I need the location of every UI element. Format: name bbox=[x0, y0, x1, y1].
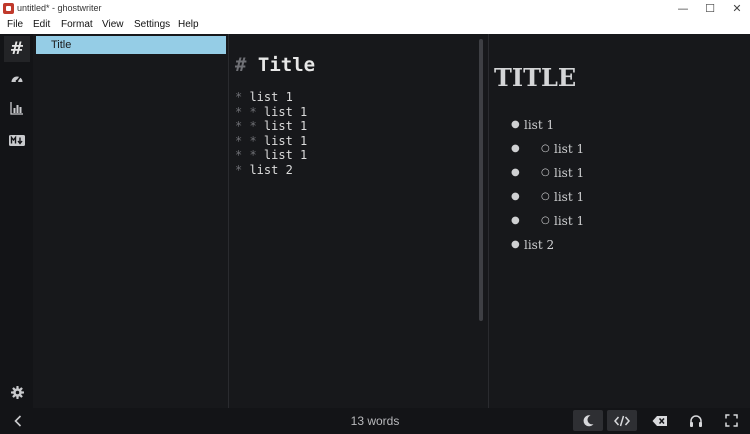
bar-chart-icon[interactable] bbox=[4, 95, 30, 121]
outline-hash-glyph: # bbox=[9, 39, 25, 59]
bullet-disc-icon: ● bbox=[511, 239, 520, 250]
preview-list-item: list 1 bbox=[554, 190, 585, 204]
outline-item-title[interactable]: Title bbox=[36, 36, 226, 54]
line-text: list 1 bbox=[263, 119, 308, 133]
preview-list-item: list 1 bbox=[524, 118, 555, 132]
status-bar: 13 words bbox=[0, 408, 750, 434]
close-button[interactable]: ✕ bbox=[722, 0, 750, 17]
preview-heading: TITLE bbox=[494, 63, 577, 92]
menu-file[interactable]: File bbox=[7, 19, 23, 30]
editor-line: * * list 1 bbox=[235, 105, 307, 120]
word-count: 13 words bbox=[350, 414, 400, 428]
editor-line: * * list 1 bbox=[235, 134, 307, 149]
fullscreen-button[interactable] bbox=[716, 410, 746, 431]
line-text: list 1 bbox=[249, 90, 293, 104]
editor-line: * * list 1 bbox=[235, 119, 307, 134]
list-marker: * bbox=[235, 162, 250, 177]
editor-line: * list 2 bbox=[235, 163, 307, 178]
menu-format[interactable]: Format bbox=[61, 19, 93, 30]
title-bar: untitled* - ghostwriter — ☐ ✕ bbox=[0, 0, 750, 17]
bullet-disc-icon: ● bbox=[511, 167, 520, 178]
bullet-disc-icon: ● bbox=[511, 215, 520, 226]
menu-edit[interactable]: Edit bbox=[33, 19, 50, 30]
bullet-circle-icon: ○ bbox=[541, 167, 550, 178]
line-text: list 1 bbox=[263, 104, 308, 119]
editor-heading: # Title bbox=[235, 54, 315, 76]
dark-mode-toggle[interactable] bbox=[573, 410, 603, 431]
line-text: list 1 bbox=[263, 148, 308, 162]
bullet-circle-icon: ○ bbox=[541, 191, 550, 202]
preview-list-item: list 2 bbox=[524, 238, 555, 252]
minimize-button[interactable]: — bbox=[668, 0, 698, 17]
sidebar-icon-bar: # bbox=[0, 34, 33, 408]
speedometer-icon[interactable] bbox=[4, 66, 30, 92]
editor-line: * * list 1 bbox=[235, 148, 307, 163]
menu-view[interactable]: View bbox=[102, 19, 124, 30]
menu-help[interactable]: Help bbox=[178, 19, 199, 30]
list-marker: * * bbox=[235, 148, 264, 162]
bullet-circle-icon: ○ bbox=[541, 215, 550, 226]
html-preview-toggle[interactable] bbox=[607, 410, 637, 431]
window-title: untitled* - ghostwriter bbox=[17, 3, 102, 13]
preview-list-item: list 1 bbox=[554, 142, 585, 156]
bullet-circle-icon: ○ bbox=[541, 143, 550, 154]
list-marker: * * bbox=[235, 133, 264, 148]
fullscreen-icon bbox=[724, 414, 738, 427]
app-body: # Title # Title * list 1 * * list 1 * * … bbox=[0, 34, 750, 408]
heading-marker: # bbox=[235, 54, 247, 76]
moon-icon bbox=[583, 414, 594, 426]
list-marker: * * bbox=[235, 119, 264, 133]
line-text: list 2 bbox=[249, 162, 293, 177]
menu-bar: File Edit Format View Settings Help bbox=[0, 17, 750, 34]
bullet-disc-icon: ● bbox=[511, 119, 520, 130]
html-preview: TITLE ● list 1 ● ○ list 1 ● ○ list 1 ● ○… bbox=[490, 34, 750, 408]
preview-list-item: list 1 bbox=[554, 214, 585, 228]
gear-icon[interactable] bbox=[4, 379, 30, 405]
code-view-icon bbox=[614, 415, 630, 426]
editor-scrollbar[interactable] bbox=[479, 39, 483, 321]
headphones-icon bbox=[690, 414, 702, 427]
heading-text: Title bbox=[257, 54, 316, 76]
preview-list-item: list 1 bbox=[554, 166, 585, 180]
editor-lines: * list 1 * * list 1 * * list 1 * * list … bbox=[235, 90, 307, 177]
hash-icon[interactable]: # bbox=[4, 36, 30, 62]
bullet-disc-icon: ● bbox=[511, 143, 520, 154]
app-logo-icon bbox=[3, 3, 14, 14]
line-text: list 1 bbox=[263, 133, 308, 148]
hemingway-mode-button[interactable] bbox=[645, 410, 675, 431]
markdown-icon[interactable] bbox=[4, 127, 30, 153]
typewriter-sound-button[interactable] bbox=[681, 410, 711, 431]
outline-pane: Title bbox=[33, 34, 229, 408]
delete-back-icon bbox=[652, 415, 667, 426]
list-marker: * bbox=[235, 90, 250, 104]
bullet-disc-icon: ● bbox=[511, 191, 520, 202]
markdown-editor[interactable]: # Title * list 1 * * list 1 * * list 1 *… bbox=[229, 34, 489, 408]
maximize-button[interactable]: ☐ bbox=[695, 0, 725, 17]
list-marker: * * bbox=[235, 104, 264, 119]
menu-settings[interactable]: Settings bbox=[134, 19, 170, 30]
editor-line: * list 1 bbox=[235, 90, 307, 105]
